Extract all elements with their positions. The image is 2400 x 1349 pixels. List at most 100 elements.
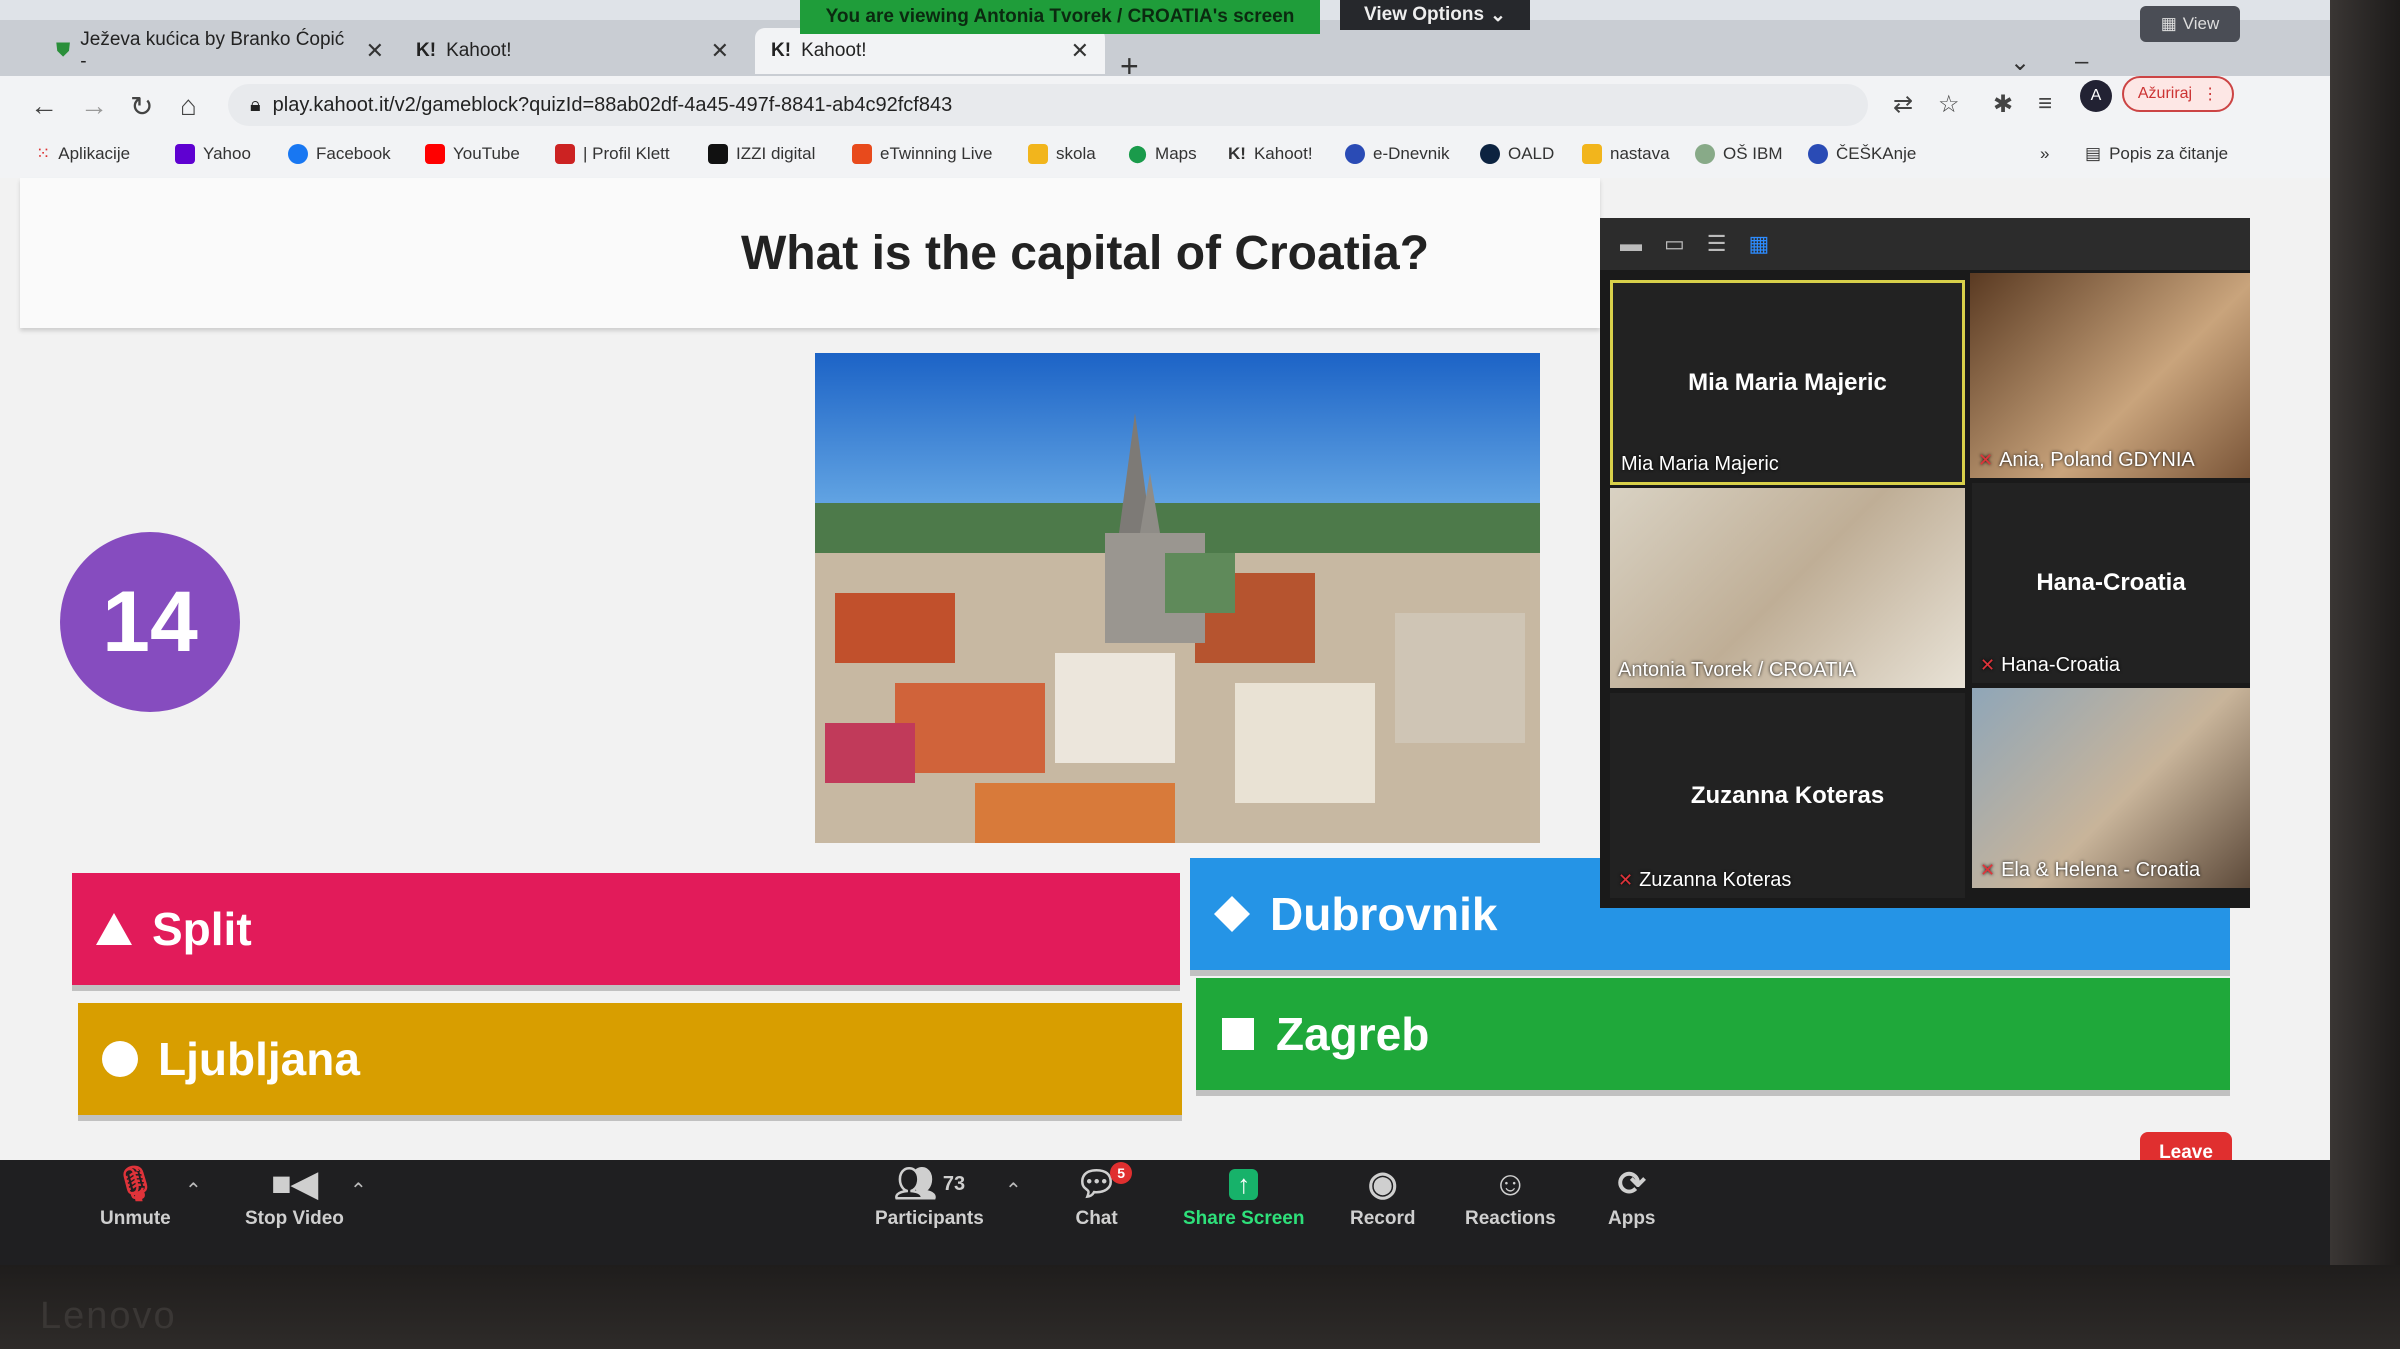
kahoot-favicon-icon: K! [771, 40, 792, 61]
triangle-icon [96, 913, 132, 945]
chat-button[interactable]: 💬︎ 5 Chat [1075, 1160, 1133, 1230]
tab-title: Ježeva kućica by Branko Ćopić - [80, 29, 345, 72]
bookmark-label: YouTube [453, 144, 520, 163]
bookmark-label: e-Dnevnik [1373, 144, 1450, 163]
view-label: View [2182, 14, 2220, 33]
video-tile-ania[interactable]: ✕ Ania, Poland GDYNIA [1970, 273, 2250, 478]
video-tile-mia[interactable]: Mia Maria Majeric Mia Maria Majeric [1610, 280, 1965, 485]
apps-button[interactable]: ⟳ Apps [1608, 1160, 1656, 1230]
school-icon [1695, 144, 1715, 164]
bookmark-kahoot[interactable]: K! Kahoot! [1228, 144, 1313, 164]
reading-list[interactable]: ▤ Popis za čitanje [2085, 144, 2228, 164]
star-icon[interactable]: ☆ [1938, 90, 1960, 119]
translate-icon[interactable]: ⇄ [1893, 90, 1913, 119]
lock-icon: 🔒︎ [250, 93, 261, 116]
view-button[interactable]: ▦ View [2140, 6, 2240, 42]
bookmark-label: Maps [1155, 144, 1197, 163]
chevron-up-icon[interactable]: ⌃ [350, 1178, 367, 1203]
bookmark-skola[interactable]: skola [1028, 144, 1096, 164]
bookmark-oald[interactable]: OALD [1480, 144, 1554, 164]
stop-video-button[interactable]: ■◀ Stop Video [245, 1160, 344, 1230]
laptop-brand-logo: Lenovo [40, 1295, 177, 1337]
close-icon[interactable]: ✕ [366, 38, 384, 64]
participant-name: Hana-Croatia [2001, 654, 2121, 676]
tab-kahoot-active[interactable]: K! Kahoot! ✕ [755, 28, 1105, 74]
bookmark-os-ibm[interactable]: OŠ IBM [1695, 144, 1783, 164]
chat-bubble-icon: 💬︎ 5 [1075, 1160, 1133, 1208]
bookmark-maps[interactable]: ⬤ Maps [1128, 144, 1197, 164]
video-tile-hana[interactable]: Hana-Croatia ✕ Hana-Croatia [1972, 483, 2250, 683]
kebab-menu-icon: ⋮ [2202, 86, 2219, 103]
video-tile-ela-helena[interactable]: ✕ Ela & Helena - Croatia [1972, 688, 2250, 888]
chat-label: Chat [1075, 1208, 1118, 1229]
update-button[interactable]: Ažuriraj ⋮ [2122, 76, 2234, 112]
bookmark-label: skola [1056, 144, 1096, 163]
tab-kahoot-1[interactable]: K! Kahoot! ✕ [400, 28, 745, 74]
laptop-bezel-bottom [0, 1265, 2400, 1349]
bookmark-ceskanje[interactable]: ČEŠKAnje [1808, 144, 1916, 164]
klett-icon [555, 144, 575, 164]
oald-icon [1480, 144, 1500, 164]
minimize-icon[interactable]: – [2075, 48, 2088, 76]
tile-name-label: ✕ Ania, Poland GDYNIA [1978, 449, 2195, 472]
bookmarks-overflow[interactable]: » [2040, 144, 2049, 164]
strip-view-icon[interactable]: ☰ [1707, 231, 1727, 257]
record-button[interactable]: ◉ Record [1350, 1160, 1415, 1230]
participants-label: Participants [875, 1208, 984, 1229]
video-tile-zuzanna[interactable]: Zuzanna Koteras ✕ Zuzanna Koteras [1610, 693, 1965, 898]
bookmark-etwinning[interactable]: eTwinning Live [852, 144, 992, 164]
tile-name-label: Antonia Tvorek / CROATIA [1618, 659, 1856, 682]
bookmark-facebook[interactable]: Facebook [288, 144, 391, 164]
laptop-screen: ⛊ Ježeva kućica by Branko Ćopić - ✕ K! K… [0, 0, 2330, 1265]
smiley-icon: ☺ [1493, 1164, 1528, 1203]
screen-share-banner: You are viewing Antonia Tvorek / CROATIA… [800, 0, 1320, 34]
answer-split-button[interactable]: Split [72, 873, 1180, 985]
forward-arrow-icon[interactable]: → [80, 90, 108, 122]
address-bar[interactable]: 🔒︎ play.kahoot.it/v2/gameblock?quizId=88… [228, 84, 1868, 126]
back-arrow-icon[interactable]: ← [30, 90, 58, 122]
laptop-bezel-right [2330, 0, 2400, 1349]
home-icon[interactable]: ⌂ [180, 90, 197, 122]
answer-ljubljana-button[interactable]: Ljubljana [78, 1003, 1182, 1115]
update-label: Ažuriraj [2137, 85, 2193, 102]
share-screen-icon: ↑ [1229, 1160, 1259, 1208]
tab-jezeva-kucica[interactable]: ⛊ Ježeva kućica by Branko Ćopić - ✕ [40, 28, 400, 74]
minimize-icon[interactable]: ▬ [1620, 231, 1642, 257]
reload-icon[interactable]: ↻ [130, 90, 153, 123]
close-icon[interactable]: ✕ [711, 38, 729, 64]
speaker-view-icon[interactable]: ▭ [1664, 231, 1685, 257]
mic-off-icon: ✕ [1980, 655, 1996, 675]
bookmark-yahoo[interactable]: Yahoo [175, 144, 251, 164]
mic-muted-icon: 🎙︎ [113, 1165, 157, 1203]
chevron-up-icon[interactable]: ⌃ [1005, 1178, 1022, 1203]
view-options-label: View Options [1364, 4, 1485, 25]
media-icon[interactable]: ≡ [2038, 90, 2052, 118]
bookmark-e-dnevnik[interactable]: e-Dnevnik [1345, 144, 1450, 164]
answer-label: Split [152, 903, 252, 955]
participants-button[interactable]: 👥︎ 73 Participants [875, 1160, 984, 1230]
share-screen-button[interactable]: ↑ Share Screen [1183, 1160, 1304, 1230]
bookmark-izzi[interactable]: IZZI digital [708, 144, 815, 164]
bookmark-label: Yahoo [203, 144, 251, 163]
chevron-down-icon[interactable]: ⌄ [2010, 48, 2030, 77]
mic-off-icon: ✕ [1618, 870, 1634, 890]
profile-avatar[interactable]: A [2080, 80, 2112, 112]
answer-zagreb-button[interactable]: Zagreb [1196, 978, 2230, 1090]
more-label: » [2040, 144, 2050, 163]
video-tile-antonia[interactable]: Antonia Tvorek / CROATIA [1610, 488, 1965, 688]
chevron-up-icon[interactable]: ⌃ [185, 1178, 202, 1203]
bookmark-nastava[interactable]: nastava [1582, 144, 1670, 164]
answer-label: Ljubljana [158, 1033, 360, 1085]
view-options-button[interactable]: View Options ⌄ [1340, 0, 1530, 30]
bookmark-apps[interactable]: ⁙ Aplikacije [36, 144, 130, 164]
mic-off-icon: ✕ [1980, 860, 1996, 880]
share-screen-label: Share Screen [1183, 1208, 1305, 1229]
bookmark-profil-klett[interactable]: | Profil Klett [555, 144, 670, 164]
extensions-icon[interactable]: ✱ [1993, 90, 2013, 119]
reactions-button[interactable]: ☺ Reactions [1465, 1160, 1556, 1230]
square-icon [1222, 1018, 1254, 1050]
bookmark-youtube[interactable]: YouTube [425, 144, 520, 164]
grid-view-icon[interactable]: ▦ [1749, 231, 1770, 257]
unmute-button[interactable]: 🎙︎ Unmute [100, 1160, 171, 1230]
close-icon[interactable]: ✕ [1071, 38, 1089, 64]
